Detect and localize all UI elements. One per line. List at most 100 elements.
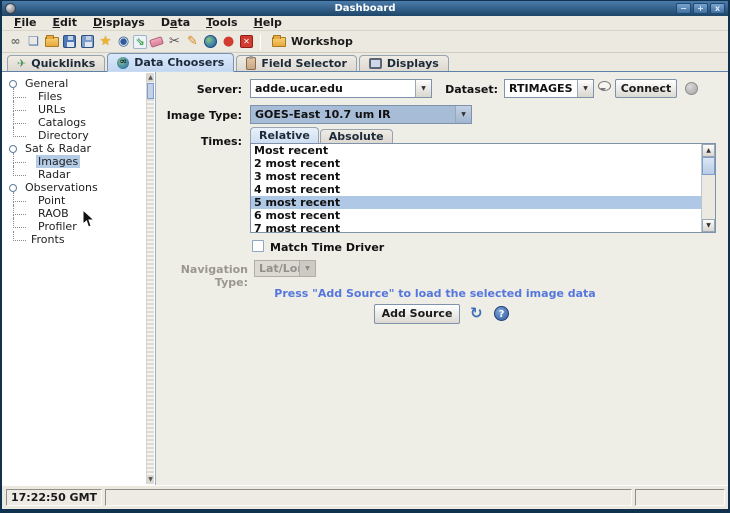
help-icon[interactable]: ? bbox=[494, 306, 509, 321]
add-source-button[interactable]: Add Source bbox=[374, 304, 460, 324]
chevron-down-icon[interactable]: ▼ bbox=[415, 80, 431, 97]
list-item[interactable]: 2 most recent bbox=[251, 157, 701, 170]
list-item[interactable]: 4 most recent bbox=[251, 183, 701, 196]
eraser-icon[interactable] bbox=[148, 33, 165, 50]
data-choosers-icon: ∞ bbox=[117, 57, 129, 69]
tree-item-images[interactable]: Images bbox=[9, 155, 155, 168]
stop-close-icon[interactable]: ✕ bbox=[238, 33, 255, 50]
tree-item-fronts[interactable]: Fronts bbox=[9, 233, 155, 246]
globe-icon[interactable] bbox=[202, 33, 219, 50]
connect-button[interactable]: Connect bbox=[615, 79, 677, 98]
menu-tools[interactable]: Tools bbox=[198, 16, 245, 30]
times-listbox: Most recent 2 most recent 3 most recent … bbox=[250, 143, 716, 233]
dataset-value[interactable]: RTIMAGES bbox=[505, 82, 577, 95]
expander-icon[interactable] bbox=[9, 184, 17, 192]
chevron-down-icon[interactable]: ▼ bbox=[455, 106, 471, 123]
minimize-button[interactable]: − bbox=[676, 3, 691, 14]
tree-item-catalogs[interactable]: Catalogs bbox=[9, 116, 155, 129]
times-tabs: Relative Absolute bbox=[250, 127, 394, 143]
close-button[interactable]: x bbox=[710, 3, 725, 14]
dataset-info-balloon-icon[interactable] bbox=[598, 81, 611, 91]
statusbar: 17:22:50 GMT bbox=[2, 485, 728, 509]
new-display-window-icon[interactable]: ❏ bbox=[25, 33, 42, 50]
scroll-thumb[interactable] bbox=[702, 157, 715, 175]
maximize-button[interactable]: + bbox=[693, 3, 708, 14]
times-scrollbar[interactable]: ▲ ▼ bbox=[701, 144, 715, 232]
clock-display: 17:22:50 GMT bbox=[6, 489, 102, 506]
status-hint-text: Press "Add Source" to load the selected … bbox=[156, 287, 714, 300]
workshop-folder-icon bbox=[272, 37, 286, 47]
refresh-icon[interactable]: ↻ bbox=[470, 304, 483, 322]
scroll-down-icon[interactable]: ▼ bbox=[147, 475, 154, 484]
tree-item-directory[interactable]: Directory bbox=[9, 129, 155, 142]
list-item[interactable]: Most recent bbox=[251, 144, 701, 157]
edit-pencil-icon[interactable]: ✎ bbox=[184, 33, 201, 50]
expander-icon[interactable] bbox=[9, 145, 17, 153]
expander-icon[interactable] bbox=[9, 80, 17, 88]
scroll-up-icon[interactable]: ▲ bbox=[702, 144, 715, 157]
tree-node-general[interactable]: General bbox=[9, 77, 155, 90]
server-combobox[interactable]: adde.ucar.edu ▼ bbox=[250, 79, 432, 98]
save-bundle-icon[interactable] bbox=[61, 33, 78, 50]
image-chooser-panel: Server: adde.ucar.edu ▼ Dataset: RTIMAGE… bbox=[156, 72, 728, 485]
memory-status-area bbox=[635, 489, 725, 506]
scroll-thumb[interactable] bbox=[147, 83, 154, 99]
status-message-area bbox=[105, 489, 632, 506]
record-icon[interactable]: ● bbox=[220, 33, 237, 50]
tree-item-files[interactable]: Files bbox=[9, 90, 155, 103]
image-type-value: GOES-East 10.7 um IR bbox=[251, 108, 455, 121]
chooser-tree: General Files URLs Catalogs Directory Sa… bbox=[2, 72, 155, 246]
tree-node-observations[interactable]: Observations bbox=[9, 181, 155, 194]
tree-item-point[interactable]: Point bbox=[9, 194, 155, 207]
menu-help[interactable]: Help bbox=[246, 16, 290, 30]
chevron-down-icon: ▼ bbox=[299, 261, 315, 276]
times-label: Times: bbox=[156, 135, 242, 148]
navigation-type-label: Navigation Type: bbox=[156, 263, 248, 289]
menu-edit[interactable]: Edit bbox=[45, 16, 85, 30]
server-value[interactable]: adde.ucar.edu bbox=[251, 82, 415, 95]
tab-quicklinks[interactable]: ✈ Quicklinks bbox=[7, 55, 105, 71]
tab-relative[interactable]: Relative bbox=[250, 127, 319, 143]
workshop-button[interactable]: Workshop bbox=[267, 34, 358, 49]
field-selector-icon bbox=[246, 57, 256, 70]
server-label: Server: bbox=[156, 83, 242, 96]
tab-field-selector[interactable]: Field Selector bbox=[236, 55, 357, 71]
match-time-driver-checkbox[interactable] bbox=[252, 240, 264, 252]
tab-data-choosers[interactable]: ∞ Data Choosers bbox=[107, 53, 234, 72]
tree-item-urls[interactable]: URLs bbox=[9, 103, 155, 116]
import-icon[interactable]: ⇘ bbox=[133, 35, 147, 49]
menu-data[interactable]: Data bbox=[153, 16, 198, 30]
menu-displays[interactable]: Displays bbox=[85, 16, 153, 30]
tree-scrollbar[interactable]: ▲ ▼ bbox=[146, 73, 154, 484]
scroll-up-icon[interactable]: ▲ bbox=[147, 73, 154, 82]
tab-displays[interactable]: Displays bbox=[359, 55, 449, 71]
toolbar: ∞ ❏ ★ ◉ ⇘ ✂ ✎ ● ✕ Workshop bbox=[2, 31, 728, 53]
list-item[interactable]: 7 most recent bbox=[251, 222, 701, 235]
cut-scissors-icon[interactable]: ✂ bbox=[166, 33, 183, 50]
displays-icon bbox=[369, 58, 382, 69]
quicklinks-icon: ✈ bbox=[17, 58, 26, 69]
dataset-combobox[interactable]: RTIMAGES ▼ bbox=[504, 79, 594, 98]
image-type-combobox[interactable]: GOES-East 10.7 um IR ▼ bbox=[250, 105, 472, 124]
save-as-icon[interactable] bbox=[79, 33, 96, 50]
tree-node-sat-radar[interactable]: Sat & Radar bbox=[9, 142, 155, 155]
choosers-binoculars-icon[interactable]: ∞ bbox=[7, 33, 24, 50]
list-item[interactable]: 3 most recent bbox=[251, 170, 701, 183]
tab-absolute[interactable]: Absolute bbox=[320, 129, 393, 143]
window-title: Dashboard bbox=[2, 3, 728, 14]
tree-item-radar[interactable]: Radar bbox=[9, 168, 155, 181]
image-type-label: Image Type: bbox=[156, 109, 242, 122]
list-item[interactable]: 6 most recent bbox=[251, 209, 701, 222]
content-area: General Files URLs Catalogs Directory Sa… bbox=[2, 72, 728, 485]
menu-file[interactable]: File bbox=[6, 16, 45, 30]
open-bundle-folder-icon[interactable] bbox=[43, 33, 60, 50]
scroll-down-icon[interactable]: ▼ bbox=[702, 219, 715, 232]
titlebar[interactable]: Dashboard − + x bbox=[2, 1, 728, 16]
list-item-selected[interactable]: 5 most recent bbox=[251, 196, 701, 209]
menubar: File Edit Displays Data Tools Help bbox=[2, 16, 728, 31]
connection-status-light bbox=[685, 82, 698, 95]
support-icon[interactable]: ◉ bbox=[115, 33, 132, 50]
navigation-type-combobox: Lat/Lon ▼ bbox=[254, 260, 316, 277]
favorites-star-icon[interactable]: ★ bbox=[97, 33, 114, 50]
chevron-down-icon[interactable]: ▼ bbox=[577, 80, 593, 97]
